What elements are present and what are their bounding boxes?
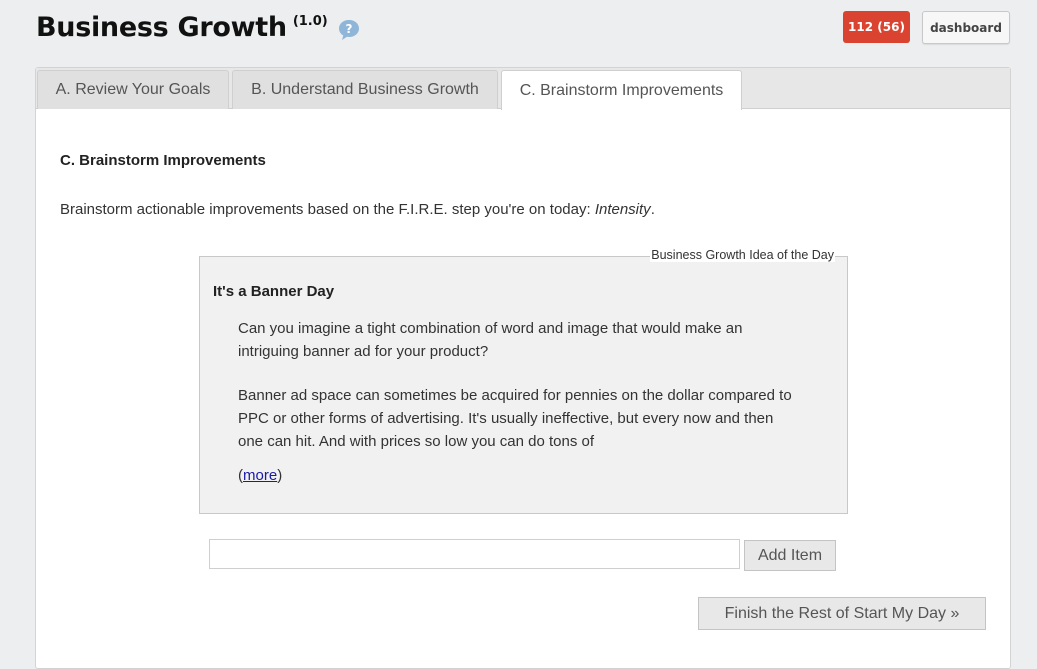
idea-legend: Business Growth Idea of the Day bbox=[650, 248, 835, 262]
idea-paragraph: Can you imagine a tight combination of w… bbox=[238, 320, 743, 360]
tab-bar: A. Review Your Goals B. Understand Busin… bbox=[36, 68, 1010, 110]
add-item-button[interactable]: Add Item bbox=[744, 540, 836, 571]
more-close-paren: ) bbox=[277, 467, 283, 484]
idea-body: Can you imagine a tight combination of w… bbox=[238, 317, 798, 474]
page-title: Business Growth bbox=[36, 12, 287, 43]
section-title: C. Brainstorm Improvements bbox=[60, 152, 266, 169]
page-header: Business Growth (1.0) ? bbox=[36, 10, 361, 50]
svg-text:?: ? bbox=[345, 22, 352, 36]
new-item-input[interactable] bbox=[209, 539, 740, 569]
help-bubble-icon[interactable]: ? bbox=[337, 18, 361, 42]
tab-understand-growth[interactable]: B. Understand Business Growth bbox=[232, 70, 498, 109]
more-wrapper: (more) bbox=[238, 467, 282, 484]
intro-text: Brainstorm actionable improvements based… bbox=[60, 201, 655, 218]
idea-of-the-day-box: Business Growth Idea of the Day It's a B… bbox=[199, 248, 848, 514]
more-link[interactable]: more bbox=[243, 467, 277, 484]
dashboard-button[interactable]: dashboard bbox=[922, 11, 1010, 44]
intro-lead: Brainstorm actionable improvements based… bbox=[60, 201, 595, 218]
idea-title: It's a Banner Day bbox=[213, 283, 335, 300]
tab-brainstorm-improvements[interactable]: C. Brainstorm Improvements bbox=[501, 70, 742, 110]
intro-end: . bbox=[650, 201, 655, 218]
fire-step: Intensity bbox=[594, 201, 651, 218]
idea-paragraph: Banner ad space can sometimes be acquire… bbox=[238, 387, 792, 450]
version-label: (1.0) bbox=[292, 14, 328, 29]
tab-review-goals[interactable]: A. Review Your Goals bbox=[37, 70, 229, 109]
main-panel: A. Review Your Goals B. Understand Busin… bbox=[35, 67, 1011, 669]
finish-start-my-day-button[interactable]: Finish the Rest of Start My Day » bbox=[698, 597, 986, 630]
notification-badge[interactable]: 112 (56) bbox=[843, 11, 910, 43]
